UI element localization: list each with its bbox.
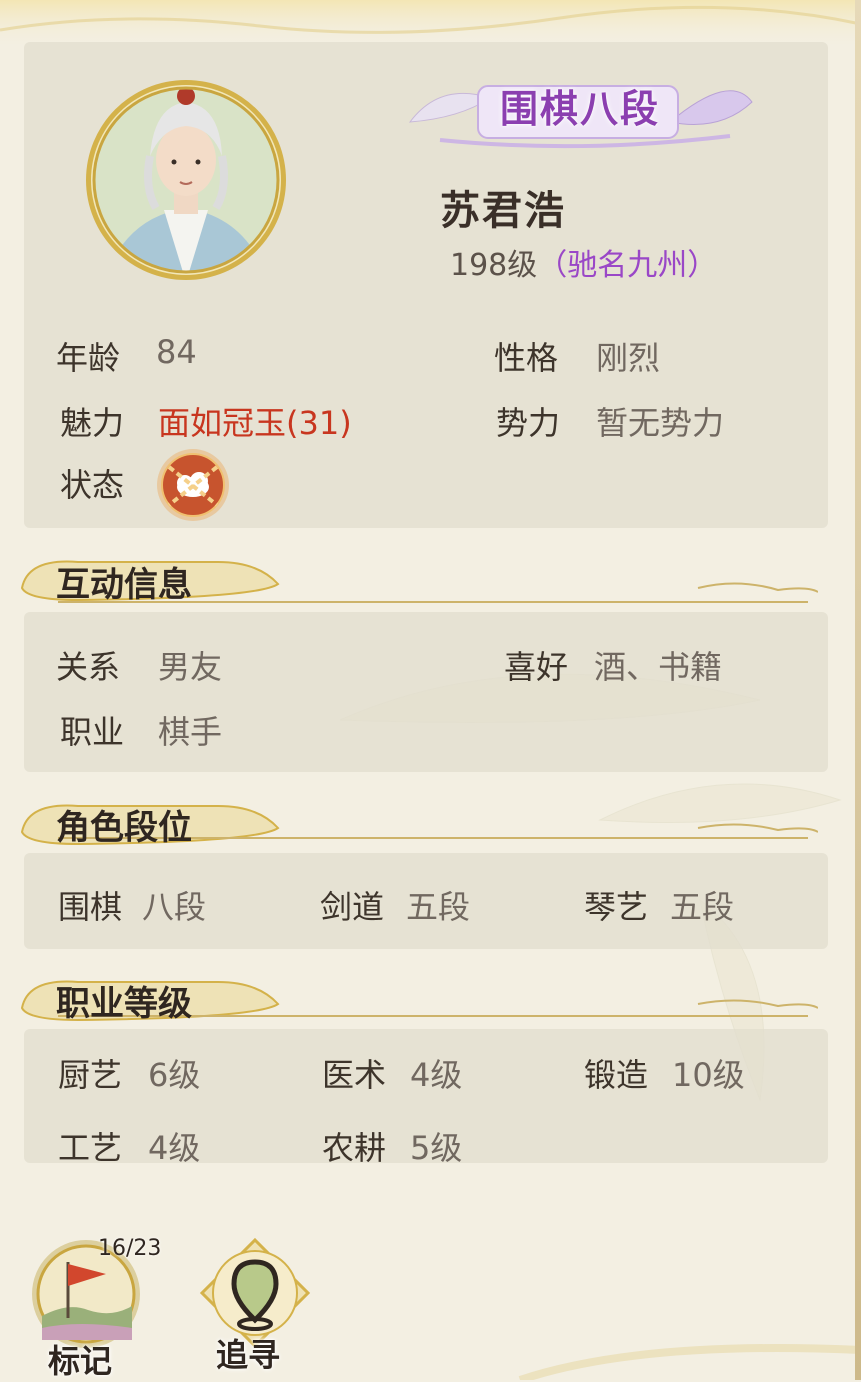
age-value: 84 bbox=[156, 333, 197, 371]
hobby-value: 酒、书籍 bbox=[594, 648, 723, 686]
rank-item-value: 五段 bbox=[406, 888, 471, 926]
job-level-label: 农耕 bbox=[322, 1129, 387, 1167]
character-level-line: 198级（驰名九州） bbox=[450, 240, 717, 284]
job-label: 职业 bbox=[60, 713, 125, 751]
rank-item-label: 琴艺 bbox=[584, 888, 649, 926]
track-button-label[interactable]: 追寻 bbox=[216, 1330, 280, 1376]
hobby-label: 喜好 bbox=[504, 648, 569, 686]
title-badge: 围棋八段 bbox=[499, 87, 660, 131]
charm-label: 魅力 bbox=[60, 404, 125, 442]
job-level-value: 4级 bbox=[410, 1056, 463, 1094]
personality-value: 刚烈 bbox=[596, 339, 661, 377]
mark-counter: 16/23 bbox=[98, 1236, 162, 1261]
rank-item-value: 八段 bbox=[142, 888, 207, 926]
rank-item-label: 剑道 bbox=[320, 888, 385, 926]
interaction-panel bbox=[24, 612, 828, 772]
interaction-section-title: 互动信息 bbox=[56, 565, 192, 605]
mark-button-label[interactable]: 标记 bbox=[48, 1336, 112, 1382]
job-level-label: 厨艺 bbox=[58, 1056, 123, 1094]
job-value: 棋手 bbox=[158, 713, 223, 751]
rank-item-label: 围棋 bbox=[58, 888, 123, 926]
personality-label: 性格 bbox=[494, 339, 559, 377]
job-level-label: 工艺 bbox=[58, 1129, 123, 1167]
character-level: 198级 bbox=[450, 248, 538, 283]
character-name: 苏君浩 bbox=[440, 188, 566, 234]
job-level-section-title: 职业等级 bbox=[56, 984, 192, 1024]
job-level-label: 医术 bbox=[322, 1056, 387, 1094]
job-level-label: 锻造 bbox=[584, 1056, 649, 1094]
faction-value: 暂无势力 bbox=[596, 404, 725, 442]
job-level-value: 10级 bbox=[672, 1056, 745, 1094]
job-level-value: 5级 bbox=[410, 1129, 463, 1167]
chained-status-icon[interactable] bbox=[155, 447, 231, 523]
charm-value: 面如冠玉(31) bbox=[158, 404, 352, 442]
rank-section-title: 角色段位 bbox=[56, 808, 192, 848]
job-level-value: 6级 bbox=[148, 1056, 201, 1094]
job-level-value: 4级 bbox=[148, 1129, 201, 1167]
status-label: 状态 bbox=[60, 466, 125, 504]
age-label: 年龄 bbox=[56, 339, 121, 377]
rank-item-value: 五段 bbox=[670, 888, 735, 926]
fame-rank: （驰名九州） bbox=[537, 248, 718, 283]
right-edge-strip bbox=[855, 0, 861, 1380]
relation-value: 男友 bbox=[158, 648, 223, 686]
relation-label: 关系 bbox=[56, 648, 121, 686]
character-portrait[interactable] bbox=[84, 78, 288, 282]
faction-label: 势力 bbox=[496, 404, 561, 442]
